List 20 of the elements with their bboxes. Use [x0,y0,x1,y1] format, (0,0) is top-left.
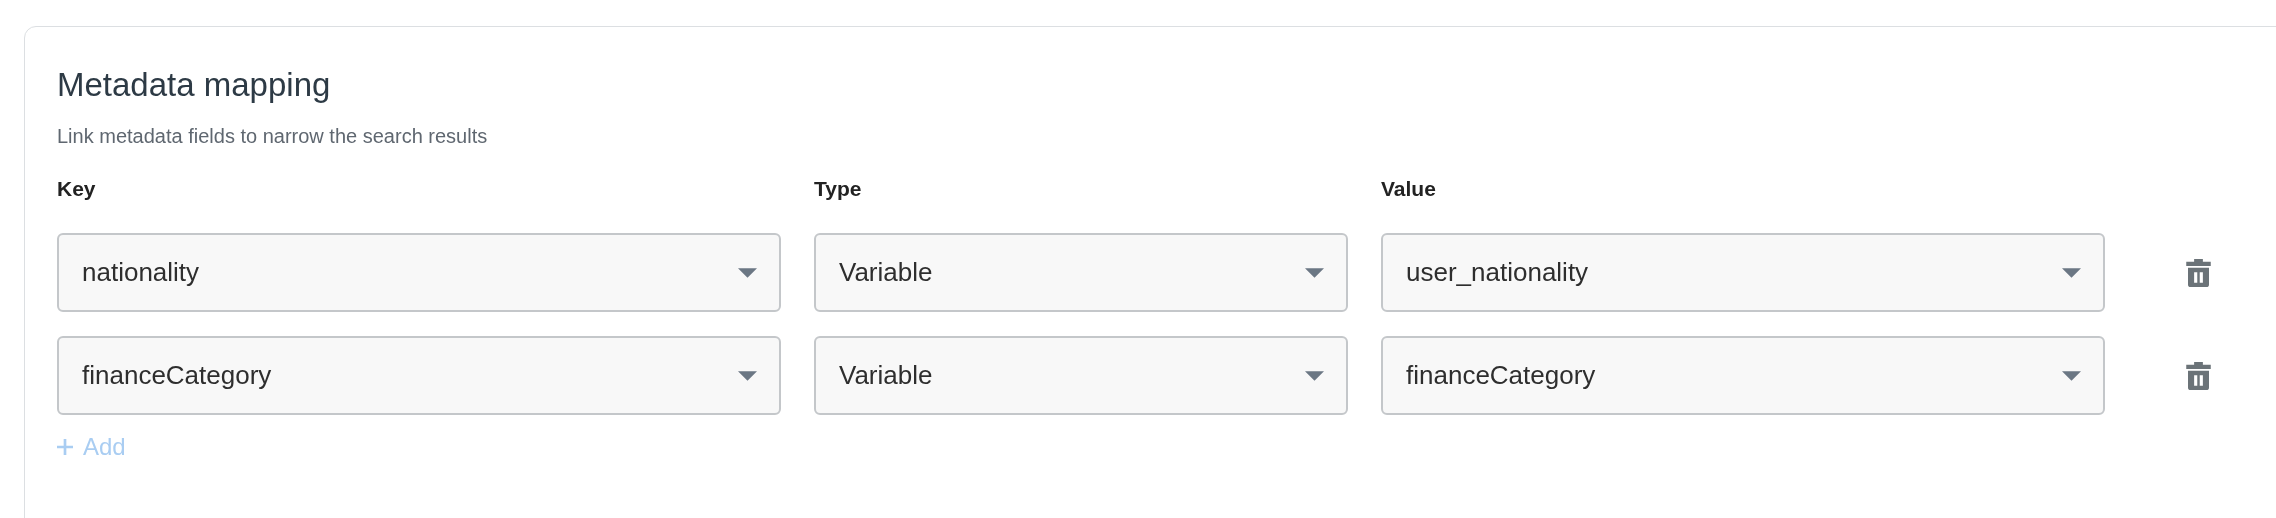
section-title: Metadata mapping [57,65,332,105]
key-select[interactable]: financeCategory [57,336,781,415]
caret-icon [738,267,757,278]
caret-icon [1305,267,1324,278]
column-header: Type [814,177,863,201]
section-description: Link metadata fields to narrow the search results [57,124,489,149]
caret-icon [2062,267,2081,278]
caret-icon [2062,370,2081,381]
column-header: Key [57,177,97,201]
trash-icon[interactable] [2185,258,2211,287]
key-select[interactable]: nationality [57,233,781,312]
plus-icon [57,439,73,455]
caret-icon [1305,370,1324,381]
caret-icon [738,370,757,381]
type-select[interactable]: Variable [814,336,1348,415]
value-select[interactable]: user_nationality [1381,233,2105,312]
type-select[interactable]: Variable [814,233,1348,312]
trash-icon[interactable] [2185,361,2211,390]
value-select[interactable]: financeCategory [1381,336,2105,415]
column-header: Value [1381,177,1437,201]
